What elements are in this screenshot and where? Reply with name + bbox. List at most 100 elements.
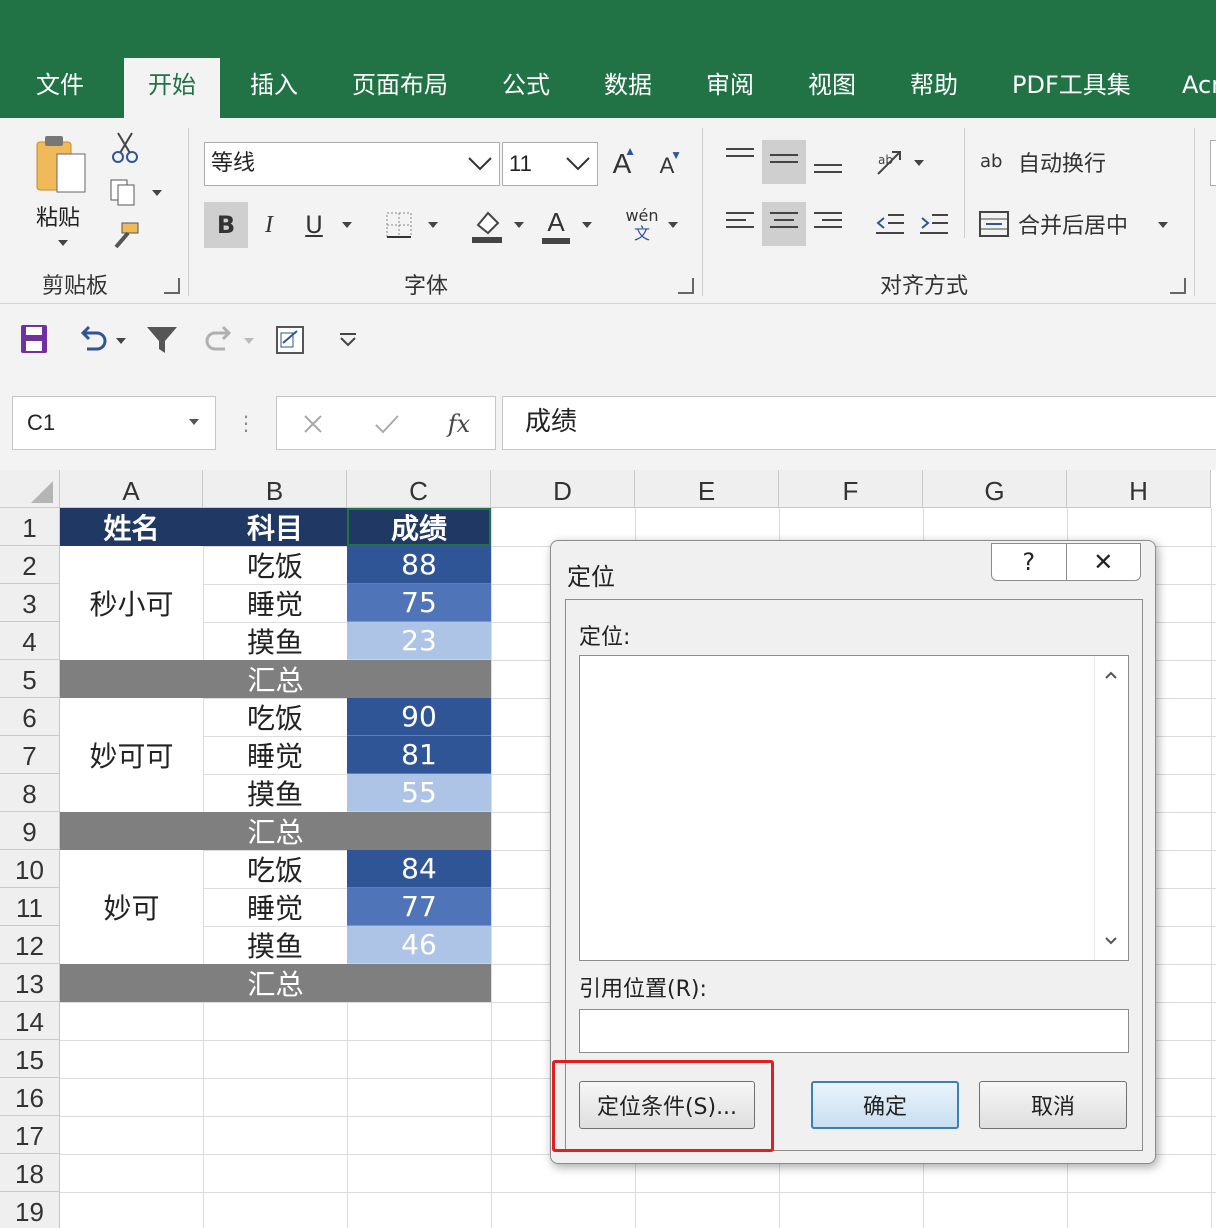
subject-cell[interactable]: 睡觉 xyxy=(203,584,347,622)
tab-0[interactable]: 文件 xyxy=(36,58,84,118)
format-painter-icon[interactable] xyxy=(108,220,142,252)
goto-list-scrollbar[interactable] xyxy=(1094,656,1128,960)
font-color-icon[interactable]: A xyxy=(538,202,574,248)
ok-button[interactable]: 确定 xyxy=(811,1081,959,1129)
column-header[interactable]: F xyxy=(779,470,923,508)
score-cell[interactable]: 90 xyxy=(347,698,491,736)
name-box-dropdown-icon[interactable] xyxy=(189,419,199,425)
shrink-font-icon[interactable]: A ▼ xyxy=(652,148,682,184)
tab-2[interactable]: 插入 xyxy=(250,58,298,118)
row-header[interactable]: 13 xyxy=(0,964,60,1002)
redo-dropdown-icon[interactable] xyxy=(244,338,254,344)
font-size-combo[interactable]: 11 xyxy=(502,142,598,186)
column-header[interactable]: B xyxy=(203,470,347,508)
underline-button[interactable]: U xyxy=(296,202,332,248)
redo-icon[interactable] xyxy=(200,320,240,358)
score-cell[interactable]: 23 xyxy=(347,622,491,660)
summary-row[interactable]: 汇总 xyxy=(60,660,491,698)
clipboard-launcher-icon[interactable] xyxy=(164,278,180,294)
font-color-dropdown-icon[interactable] xyxy=(582,222,592,228)
increase-indent-icon[interactable] xyxy=(912,202,956,246)
borders-dropdown-icon[interactable] xyxy=(428,222,438,228)
name-cell[interactable]: 妙可 xyxy=(60,850,203,964)
font-launcher-icon[interactable] xyxy=(678,278,694,294)
row-header[interactable]: 9 xyxy=(0,812,60,850)
row-header[interactable]: 19 xyxy=(0,1192,60,1228)
insert-function-icon[interactable]: fx xyxy=(437,407,481,441)
tab-1[interactable]: 开始 xyxy=(124,58,220,118)
save-icon[interactable] xyxy=(16,320,52,358)
subject-cell[interactable]: 睡觉 xyxy=(203,888,347,926)
fill-color-dropdown-icon[interactable] xyxy=(514,222,524,228)
wrap-text-button[interactable]: ab 自动换行 xyxy=(980,140,1130,184)
subject-cell[interactable]: 吃饭 xyxy=(203,698,347,736)
orientation-dropdown-icon[interactable] xyxy=(914,160,924,166)
phonetic-icon[interactable]: wén 文 xyxy=(620,202,664,248)
borders-icon[interactable] xyxy=(380,204,418,246)
subject-cell[interactable]: 睡觉 xyxy=(203,736,347,774)
scroll-down-icon[interactable] xyxy=(1104,936,1118,946)
row-header[interactable]: 18 xyxy=(0,1154,60,1192)
bold-button[interactable]: B xyxy=(204,202,248,248)
row-header[interactable]: 7 xyxy=(0,736,60,774)
tab-8[interactable]: 帮助 xyxy=(910,58,958,118)
summary-row[interactable]: 汇总 xyxy=(60,964,491,1002)
subject-cell[interactable]: 摸鱼 xyxy=(203,622,347,660)
row-header[interactable]: 10 xyxy=(0,850,60,888)
italic-button[interactable]: I xyxy=(250,202,288,248)
help-icon[interactable]: ? xyxy=(992,544,1066,580)
close-icon[interactable]: ✕ xyxy=(1065,544,1141,580)
customize-icon[interactable] xyxy=(334,326,362,354)
column-header[interactable]: A xyxy=(60,470,203,508)
score-cell[interactable]: 84 xyxy=(347,850,491,888)
header-cell[interactable]: 姓名 xyxy=(60,508,203,546)
merge-center-button[interactable]: 合并后居中 xyxy=(978,202,1148,246)
tab-7[interactable]: 视图 xyxy=(808,58,856,118)
column-header[interactable]: D xyxy=(491,470,635,508)
alignment-launcher-icon[interactable] xyxy=(1170,278,1186,294)
score-cell[interactable]: 55 xyxy=(347,774,491,812)
row-header[interactable]: 12 xyxy=(0,926,60,964)
tab-6[interactable]: 审阅 xyxy=(706,58,754,118)
row-header[interactable]: 2 xyxy=(0,546,60,584)
copy-icon[interactable] xyxy=(106,176,140,208)
confirm-entry-icon[interactable] xyxy=(367,407,407,441)
score-cell[interactable]: 88 xyxy=(347,546,491,584)
subject-cell[interactable]: 摸鱼 xyxy=(203,926,347,964)
row-header[interactable]: 8 xyxy=(0,774,60,812)
name-cell[interactable]: 妙可可 xyxy=(60,698,203,812)
paste-dropdown-icon[interactable] xyxy=(58,240,68,246)
paste-label[interactable]: 粘贴 xyxy=(36,200,80,232)
tab-3[interactable]: 页面布局 xyxy=(352,58,448,118)
goto-list[interactable] xyxy=(579,655,1129,961)
subject-cell[interactable]: 摸鱼 xyxy=(203,774,347,812)
subject-cell[interactable]: 吃饭 xyxy=(203,850,347,888)
align-center-icon[interactable] xyxy=(762,202,806,246)
name-box[interactable]: C1 xyxy=(12,396,216,450)
cancel-button[interactable]: 取消 xyxy=(979,1081,1127,1129)
decrease-indent-icon[interactable] xyxy=(868,202,912,246)
tab-9[interactable]: PDF工具集 xyxy=(1012,58,1131,118)
row-header[interactable]: 14 xyxy=(0,1002,60,1040)
select-all-corner[interactable] xyxy=(0,470,60,508)
row-header[interactable]: 17 xyxy=(0,1116,60,1154)
undo-icon[interactable] xyxy=(72,320,112,358)
align-bottom-icon[interactable] xyxy=(806,140,850,184)
score-cell[interactable]: 75 xyxy=(347,584,491,622)
align-left-icon[interactable] xyxy=(718,202,762,246)
row-header[interactable]: 11 xyxy=(0,888,60,926)
score-cell[interactable]: 77 xyxy=(347,888,491,926)
row-header[interactable]: 5 xyxy=(0,660,60,698)
column-header[interactable]: E xyxy=(635,470,779,508)
undo-dropdown-icon[interactable] xyxy=(116,338,126,344)
cut-icon[interactable] xyxy=(108,130,142,164)
header-cell[interactable]: 科目 xyxy=(203,508,347,546)
paste-icon[interactable] xyxy=(30,132,94,196)
align-top-icon[interactable] xyxy=(718,140,762,184)
tab-5[interactable]: 数据 xyxy=(604,58,652,118)
grow-font-icon[interactable]: A ▲ xyxy=(606,144,638,184)
copy-dropdown-icon[interactable] xyxy=(152,190,162,196)
row-header[interactable]: 3 xyxy=(0,584,60,622)
merge-center-dropdown-icon[interactable] xyxy=(1158,222,1168,228)
scroll-up-icon[interactable] xyxy=(1104,670,1118,680)
